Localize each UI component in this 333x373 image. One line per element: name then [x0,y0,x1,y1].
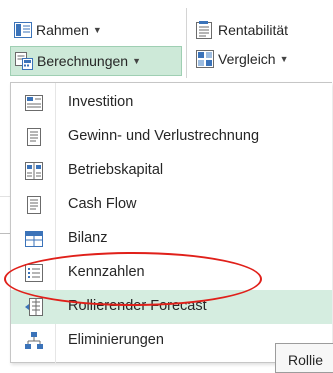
rahmen-icon [14,21,32,39]
rentabilitat-button[interactable]: Rentabilität [192,17,288,43]
list-icon [25,264,43,282]
background-gridline [0,196,10,197]
menu-item-label: Cash Flow [68,196,137,212]
menu-item-kennzahlen[interactable]: Kennzahlen [11,256,332,290]
berechnungen-label: Berechnungen [37,53,129,69]
background-gridline [0,233,10,234]
hierarchy-icon [25,332,43,350]
rahmen-button[interactable]: Rahmen ▼ [10,17,102,43]
chevron-down-icon: ▼ [279,54,289,64]
document-icon [25,196,43,214]
menu-item-label: Rollierender Forecast [68,298,207,314]
menu-item-investition[interactable]: Investition [11,86,332,120]
berechnungen-dropdown-menu: Investition Gewinn- und Verlustrechnung [10,82,332,364]
menu-item-label: Kennzahlen [68,264,145,280]
menu-item-gewinn-verlust[interactable]: Gewinn- und Verlustrechnung [11,120,332,154]
tooltip: Rollie [275,343,333,373]
chevron-down-icon: ▼ [132,56,141,66]
menu-item-label: Eliminierungen [68,332,164,348]
profitability-icon [196,21,214,39]
menu-item-betriebskapital[interactable]: Betriebskapital [11,154,332,188]
vergleich-button[interactable]: Vergleich ▼ [192,46,289,72]
vergleich-label: Vergleich [218,51,276,67]
calculations-icon [15,52,33,70]
document-icon [25,128,43,146]
menu-item-cash-flow[interactable]: Cash Flow [11,188,332,222]
tooltip-text: Rollie [288,352,324,368]
rolling-forecast-icon [25,298,43,316]
comparison-icon [196,50,214,68]
berechnungen-button[interactable]: Berechnungen ▼ [10,46,182,76]
menu-item-rollierender-forecast[interactable]: Rollierender Forecast [11,290,332,324]
menu-item-label: Bilanz [68,230,108,246]
chevron-down-icon: ▼ [92,25,102,35]
menu-item-label: Investition [68,94,134,110]
ribbon-separator [186,8,187,78]
menu-item-bilanz[interactable]: Bilanz [11,222,332,256]
table-icon [25,230,43,248]
working-capital-icon [25,162,43,180]
rentabilitat-label: Rentabilität [218,22,289,38]
rahmen-label: Rahmen [36,22,89,38]
menu-item-label: Betriebskapital [68,162,164,178]
investment-icon [25,94,43,112]
menu-item-label: Gewinn- und Verlustrechnung [68,128,260,144]
ribbon: Rahmen ▼ Berechnungen ▼ Rentabilität Ver… [0,0,333,80]
